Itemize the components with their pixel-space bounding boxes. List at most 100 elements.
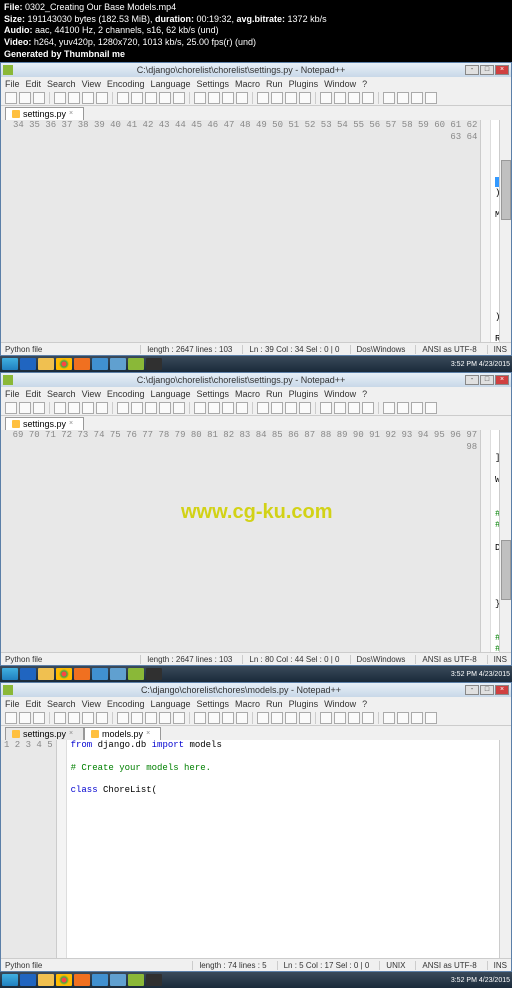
app-icon[interactable] <box>110 668 126 680</box>
ie-icon[interactable] <box>20 358 36 370</box>
menu-encoding[interactable]: Encoding <box>107 79 145 89</box>
toolbar-icon[interactable] <box>299 92 311 104</box>
toolbar-icon[interactable] <box>131 712 143 724</box>
menu-settings[interactable]: Settings <box>197 699 230 709</box>
toolbar-icon[interactable] <box>194 712 206 724</box>
maximize-button[interactable]: □ <box>480 685 494 695</box>
toolbar-icon[interactable] <box>82 712 94 724</box>
toolbar-icon[interactable] <box>362 402 374 414</box>
menu-macro[interactable]: Macro <box>235 79 260 89</box>
toolbar-icon[interactable] <box>348 712 360 724</box>
toolbar-icon[interactable] <box>208 92 220 104</box>
explorer-icon[interactable] <box>38 358 54 370</box>
cmd-icon[interactable] <box>146 668 162 680</box>
toolbar-icon[interactable] <box>19 92 31 104</box>
menu-language[interactable]: Language <box>150 699 190 709</box>
menu-window[interactable]: Window <box>324 79 356 89</box>
tab-close-icon[interactable]: × <box>69 420 77 428</box>
minimize-button[interactable]: - <box>465 65 479 75</box>
scrollbar[interactable] <box>499 740 511 958</box>
toolbar-icon[interactable] <box>362 92 374 104</box>
toolbar-icon[interactable] <box>334 92 346 104</box>
menu-file[interactable]: File <box>5 389 20 399</box>
toolbar-icon[interactable] <box>117 92 129 104</box>
toolbar-icon[interactable] <box>82 92 94 104</box>
menu-run[interactable]: Run <box>266 79 283 89</box>
toolbar-icon[interactable] <box>271 92 283 104</box>
menu-plugins[interactable]: Plugins <box>289 79 319 89</box>
close-button[interactable]: × <box>495 65 509 75</box>
menu-search[interactable]: Search <box>47 389 76 399</box>
notepadpp-icon[interactable] <box>128 668 144 680</box>
toolbar-icon[interactable] <box>5 402 17 414</box>
toolbar-icon[interactable] <box>159 402 171 414</box>
toolbar-icon[interactable] <box>257 402 269 414</box>
toolbar-icon[interactable] <box>194 402 206 414</box>
titlebar[interactable]: C:\django\chorelist\chores\models.py - N… <box>1 683 511 697</box>
toolbar-icon[interactable] <box>411 402 423 414</box>
menu-macro[interactable]: Macro <box>235 389 260 399</box>
toolbar-icon[interactable] <box>285 92 297 104</box>
toolbar-icon[interactable] <box>320 402 332 414</box>
toolbar-icon[interactable] <box>159 712 171 724</box>
start-button[interactable] <box>2 974 18 986</box>
taskbar-tray[interactable]: 3:52 PM 4/23/2015 <box>451 977 510 984</box>
menu-settings[interactable]: Settings <box>197 79 230 89</box>
start-button[interactable] <box>2 668 18 680</box>
toolbar-icon[interactable] <box>257 712 269 724</box>
toolbar-icon[interactable] <box>117 402 129 414</box>
toolbar-icon[interactable] <box>397 92 409 104</box>
toolbar-icon[interactable] <box>68 402 80 414</box>
toolbar-icon[interactable] <box>236 92 248 104</box>
toolbar-icon[interactable] <box>173 712 185 724</box>
toolbar-icon[interactable] <box>236 712 248 724</box>
fold-column[interactable] <box>481 120 491 342</box>
firefox-icon[interactable] <box>74 358 90 370</box>
toolbar-icon[interactable] <box>222 402 234 414</box>
toolbar-icon[interactable] <box>159 92 171 104</box>
taskbar-tray[interactable]: 3:52 PM 4/23/2015 <box>451 361 510 368</box>
toolbar-icon[interactable] <box>33 92 45 104</box>
menu-plugins[interactable]: Plugins <box>289 389 319 399</box>
close-button[interactable]: × <box>495 375 509 385</box>
toolbar-icon[interactable] <box>397 712 409 724</box>
menu-settings[interactable]: Settings <box>197 389 230 399</box>
toolbar-icon[interactable] <box>208 402 220 414</box>
toolbar-icon[interactable] <box>54 92 66 104</box>
toolbar-icon[interactable] <box>117 712 129 724</box>
menu-view[interactable]: View <box>82 389 101 399</box>
menu-?[interactable]: ? <box>362 389 367 399</box>
tab-settings[interactable]: settings.py × <box>5 107 84 120</box>
maximize-button[interactable]: □ <box>480 65 494 75</box>
app-icon[interactable] <box>110 974 126 986</box>
editor[interactable]: 1 2 3 4 5 from django.db import models #… <box>1 740 511 958</box>
fold-column[interactable] <box>481 430 491 652</box>
toolbar-icon[interactable] <box>271 712 283 724</box>
menu-run[interactable]: Run <box>266 389 283 399</box>
toolbar-icon[interactable] <box>397 402 409 414</box>
toolbar-icon[interactable] <box>54 712 66 724</box>
start-button[interactable] <box>2 358 18 370</box>
tab-settings[interactable]: settings.py × <box>5 417 84 430</box>
minimize-button[interactable]: - <box>465 685 479 695</box>
explorer-icon[interactable] <box>38 974 54 986</box>
toolbar-icon[interactable] <box>68 92 80 104</box>
chrome-icon[interactable] <box>56 358 72 370</box>
menu-language[interactable]: Language <box>150 389 190 399</box>
toolbar-icon[interactable] <box>222 712 234 724</box>
toolbar-icon[interactable] <box>257 92 269 104</box>
code-area[interactable]: from django.db import models # Create yo… <box>67 740 499 958</box>
tab-close-icon[interactable]: × <box>69 730 77 738</box>
menu-run[interactable]: Run <box>266 699 283 709</box>
toolbar-icon[interactable] <box>299 712 311 724</box>
titlebar[interactable]: C:\django\chorelist\chorelist\settings.p… <box>1 63 511 77</box>
menu-edit[interactable]: Edit <box>26 79 42 89</box>
toolbar-icon[interactable] <box>54 402 66 414</box>
toolbar-icon[interactable] <box>145 402 157 414</box>
menu-search[interactable]: Search <box>47 79 76 89</box>
toolbar-icon[interactable] <box>5 712 17 724</box>
toolbar-icon[interactable] <box>334 402 346 414</box>
menu-?[interactable]: ? <box>362 79 367 89</box>
code-area[interactable]: }, }, ] WSGI_APPLICATION = class="str">'… <box>491 430 499 652</box>
menu-encoding[interactable]: Encoding <box>107 699 145 709</box>
